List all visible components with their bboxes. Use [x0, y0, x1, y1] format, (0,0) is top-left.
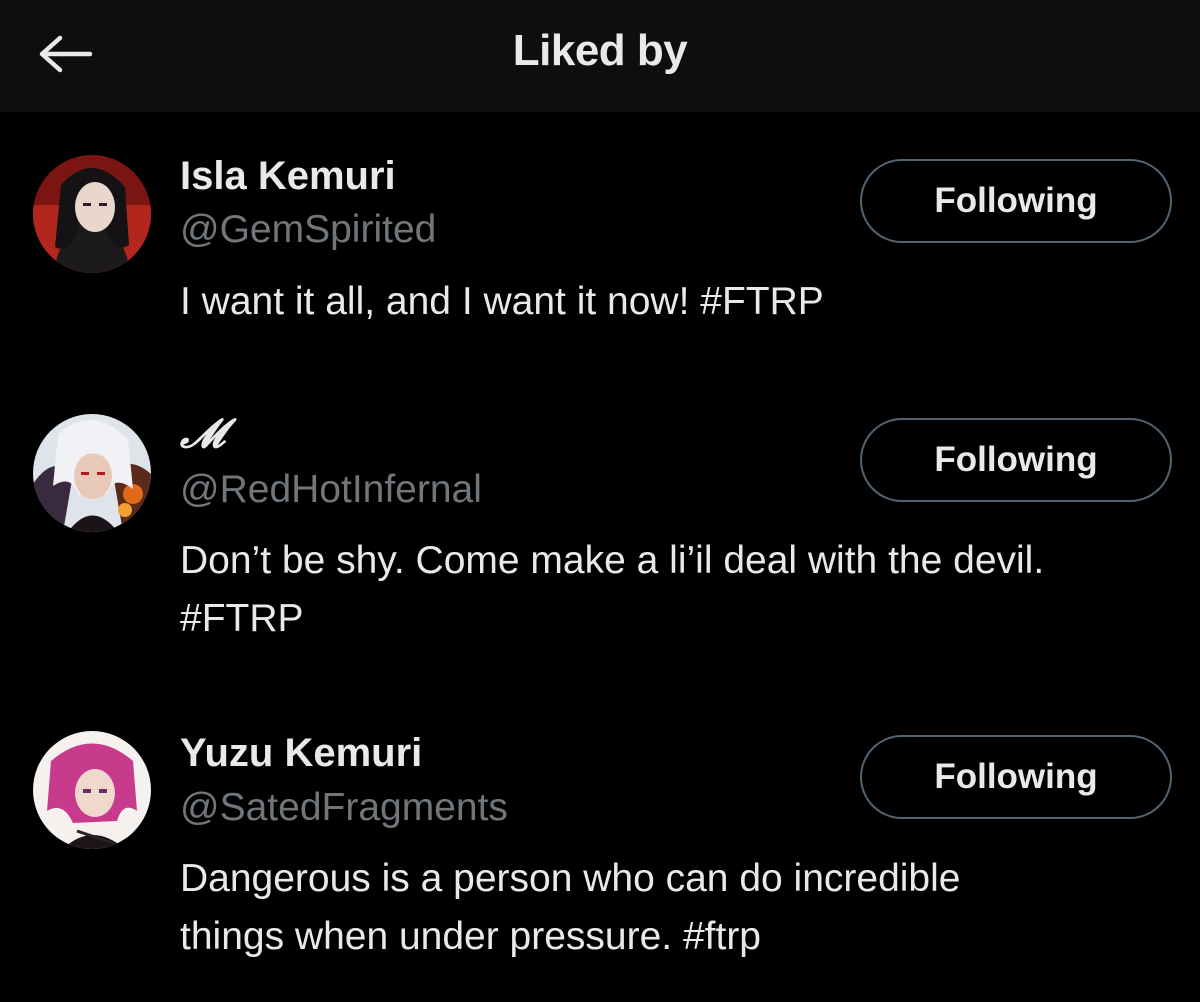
page-title: Liked by — [512, 26, 688, 75]
user-bio: Dangerous is a person who can do incredi… — [180, 850, 1180, 966]
bio-line: #FTRP — [180, 597, 304, 640]
user-bio: Don’t be shy. Come make a li’il deal wit… — [180, 532, 1180, 648]
avatar[interactable] — [33, 731, 151, 849]
following-button[interactable]: Following — [860, 418, 1172, 502]
top-app-bar: Liked by — [0, 0, 1200, 112]
following-button[interactable]: Following — [860, 735, 1172, 819]
bio-line: Dangerous is a person who can do incredi… — [180, 857, 961, 900]
user-handle[interactable]: @GemSpirited — [180, 208, 436, 252]
user-display-name[interactable]: Yuzu Kemuri — [180, 731, 422, 776]
bio-line: Don’t be shy. Come make a li’il deal wit… — [180, 539, 1045, 582]
user-bio: I want it all, and I want it now! #FTRP — [180, 273, 1180, 331]
following-button[interactable]: Following — [860, 159, 1172, 243]
user-display-name[interactable]: 𝓜 — [180, 410, 225, 457]
avatar[interactable] — [33, 155, 151, 273]
avatar[interactable] — [33, 414, 151, 532]
user-handle[interactable]: @RedHotInfernal — [180, 468, 482, 512]
user-handle[interactable]: @SatedFragments — [180, 786, 508, 830]
user-display-name[interactable]: Isla Kemuri — [180, 154, 396, 199]
bio-line: I want it all, and I want it now! #FTRP — [180, 280, 824, 323]
bio-line: things when under pressure. #ftrp — [180, 915, 762, 958]
